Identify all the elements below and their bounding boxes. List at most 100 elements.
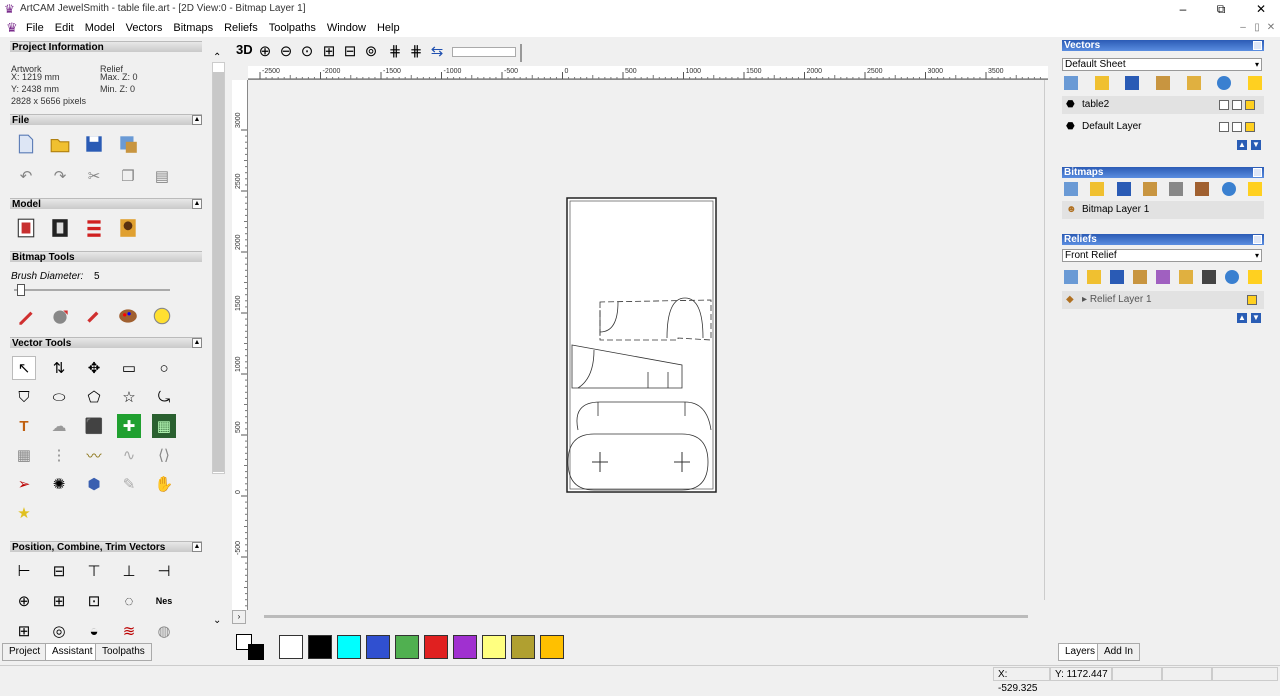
vector-import-icon[interactable]: ⬛ (82, 414, 106, 438)
vlayer-save-icon[interactable] (1125, 76, 1140, 90)
bitmaps-header[interactable]: Bitmaps (1062, 167, 1264, 178)
move-down-button[interactable]: ▼ (1251, 140, 1261, 150)
secondary-color-swatch[interactable] (248, 644, 264, 660)
vector-wave-icon[interactable]: ∿ (117, 443, 141, 467)
tab-assistant[interactable]: Assistant (45, 643, 100, 661)
zoom-in-icon[interactable]: ⊕ (256, 42, 274, 60)
rlayer-new-icon[interactable] (1064, 270, 1078, 284)
transform-icon[interactable]: ✥ (82, 356, 106, 380)
zigzag-icon[interactable]: ≋ (117, 619, 141, 643)
open-folder-icon[interactable] (48, 132, 72, 156)
blayer-bulb-icon[interactable] (1247, 182, 1262, 196)
maximize-button[interactable]: ⧉ (1204, 1, 1238, 18)
bulb-icon[interactable] (1247, 295, 1257, 305)
color-swatch[interactable] (424, 635, 448, 659)
cloud-icon[interactable]: ☁ (47, 414, 71, 438)
save-as-icon[interactable] (116, 132, 140, 156)
menu-window[interactable]: Window (327, 22, 366, 34)
zoom-fit-icon[interactable]: ⊙ (298, 42, 316, 60)
line-style-selector[interactable] (452, 47, 516, 57)
circle-dashed-icon[interactable]: ◌ (117, 589, 141, 613)
mdi-close-button[interactable]: ✕ (1264, 21, 1278, 35)
polyline-icon[interactable]: ⛉ (12, 385, 36, 409)
vector-layer-default[interactable]: ⬣ Default Layer (1062, 118, 1264, 136)
canvas-hscroll[interactable] (248, 612, 1044, 624)
color-swatch[interactable] (308, 635, 332, 659)
align-right-icon[interactable]: ⊣ (152, 559, 176, 583)
zoom-out-icon[interactable]: ⊖ (277, 42, 295, 60)
vlayer-bulb-icon[interactable] (1247, 76, 1262, 90)
fill-icon[interactable] (48, 304, 72, 328)
bulb-icon[interactable] (1245, 122, 1255, 132)
rlayer-delete-icon[interactable] (1225, 270, 1239, 284)
scroll-down-icon[interactable]: ⌄ (213, 615, 221, 626)
tab-add-in[interactable]: Add In (1097, 643, 1140, 661)
rectangle-icon[interactable]: ▭ (117, 356, 141, 380)
reliefs-header[interactable]: Reliefs (1062, 234, 1264, 245)
lock-icon[interactable] (1219, 122, 1229, 132)
vector-star-burst-icon[interactable]: ★ (12, 501, 36, 525)
menu-help[interactable]: Help (377, 22, 400, 34)
vector-bracket-icon[interactable]: ⟨⟩ (152, 443, 176, 467)
move-up-button[interactable]: ▲ (1237, 140, 1247, 150)
vlayer-merge-icon[interactable] (1155, 76, 1170, 90)
center-vert-icon[interactable]: ⊞ (47, 589, 71, 613)
drawing-canvas[interactable] (248, 80, 1044, 610)
undo-icon[interactable]: ↶ (14, 164, 38, 188)
bulb-icon[interactable] (1245, 100, 1255, 110)
mdi-minimize-button[interactable]: – (1236, 21, 1250, 35)
weld-icon[interactable]: ◎ (47, 619, 71, 643)
relief-move-up-button[interactable]: ▲ (1237, 313, 1247, 323)
vector-3d-icon[interactable]: ⬢ (82, 472, 106, 496)
nesting-icon[interactable]: Nes (152, 589, 176, 613)
vector-curve-icon[interactable]: 〰 (82, 443, 106, 467)
model-size-icon[interactable] (14, 216, 38, 240)
color-swatch[interactable] (366, 635, 390, 659)
arc-icon[interactable]: ⤿ (152, 385, 176, 409)
vlayer-new-icon[interactable] (1064, 76, 1078, 90)
zoom-box-icon[interactable]: ⊞ (320, 42, 338, 60)
copy-icon[interactable]: ❐ (116, 164, 140, 188)
vector-scatter-icon[interactable]: ✺ (47, 472, 71, 496)
blayer-copy-icon[interactable] (1169, 182, 1184, 196)
blayer-new-icon[interactable] (1064, 182, 1078, 196)
blayer-merge-icon[interactable] (1142, 182, 1157, 196)
group-icon[interactable]: ⊞ (12, 619, 36, 643)
add-icon[interactable]: ✚ (117, 414, 141, 438)
cut-icon[interactable]: ✂ (82, 164, 106, 188)
circle-icon[interactable]: ○ (152, 356, 176, 380)
model-position-icon[interactable] (48, 216, 72, 240)
vlayer-open-icon[interactable] (1094, 76, 1109, 90)
blayer-save-icon[interactable] (1116, 182, 1131, 196)
menu-vectors[interactable]: Vectors (126, 22, 163, 34)
center-horiz-icon[interactable]: ⊡ (82, 589, 106, 613)
sheet-dropdown[interactable]: Default Sheet ▾ (1062, 58, 1262, 71)
file-header[interactable]: File ▲ (10, 114, 202, 126)
blayer-delete-icon[interactable] (1221, 182, 1236, 196)
color-swatch[interactable] (482, 635, 506, 659)
menu-edit[interactable]: Edit (55, 22, 74, 34)
relief-move-down-button[interactable]: ▼ (1251, 313, 1261, 323)
tab-project[interactable]: Project (2, 643, 48, 661)
color-swatch[interactable] (395, 635, 419, 659)
vector-pen-icon[interactable]: ✎ (117, 472, 141, 496)
relief-dropdown[interactable]: Front Relief ▾ (1062, 249, 1262, 262)
canvas-vscroll[interactable] (1044, 80, 1054, 600)
scroll-up-icon[interactable]: ⌃ (213, 52, 221, 63)
save-icon[interactable] (82, 132, 106, 156)
color-swatch[interactable] (511, 635, 535, 659)
toggle-guides-icon[interactable]: ⇆ (428, 42, 446, 60)
relief-layer-1[interactable]: ◆ ▸ Relief Layer 1 (1062, 291, 1264, 309)
vectors-header[interactable]: Vectors (1062, 40, 1264, 51)
tab-layers[interactable]: Layers (1058, 643, 1103, 661)
rlayer-bulb-icon[interactable] (1248, 270, 1262, 284)
vector-hand-icon[interactable]: ✋ (152, 472, 176, 496)
bitmap-layer-1[interactable]: ☻ Bitmap Layer 1 (1062, 201, 1264, 219)
ellipse-icon[interactable]: ⬭ (47, 385, 71, 409)
redo-icon[interactable]: ↷ (48, 164, 72, 188)
select-icon[interactable]: ↖ (12, 356, 36, 380)
canvas-scroll-arrow-icon[interactable]: › (232, 610, 246, 624)
toggle-grid-icon[interactable]: ⋕ (386, 42, 404, 60)
visibility-icon[interactable] (1232, 100, 1242, 110)
color-swatch[interactable] (453, 635, 477, 659)
